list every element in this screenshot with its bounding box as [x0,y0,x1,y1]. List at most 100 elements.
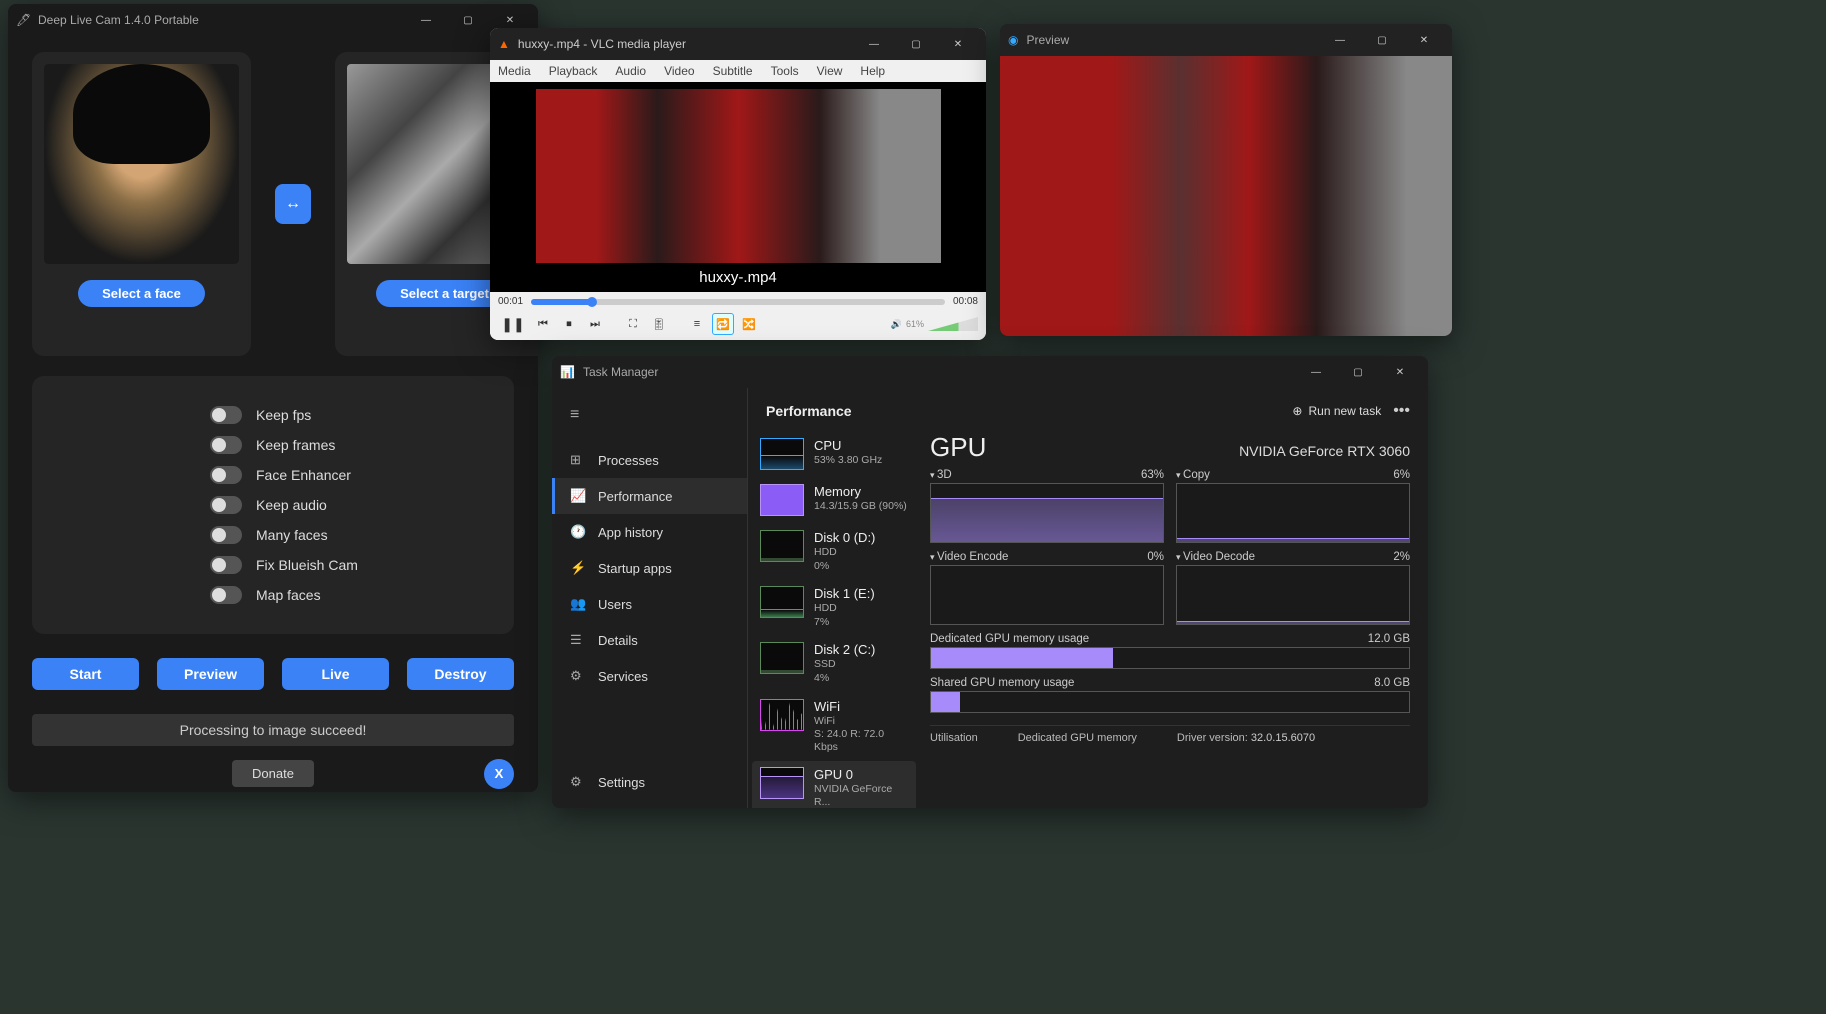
toggle[interactable] [210,496,242,514]
volume-slider[interactable] [928,317,978,331]
item-memory[interactable]: Memory14.3/15.9 GB (90%) [752,478,916,522]
face-thumbnail [44,64,239,264]
start-button[interactable]: Start [32,658,139,690]
maximize-button[interactable]: ▢ [448,6,488,34]
option-label: Keep fps [256,407,311,423]
panel-label[interactable]: Copy [1176,469,1210,481]
titlebar[interactable]: 📊 Task Manager — ▢ ✕ [552,356,1428,388]
gpu-title: GPU [930,432,986,463]
item-disk2[interactable]: Disk 2 (C:)SSD4% [752,636,916,690]
panel-label[interactable]: Video Encode [930,551,1008,563]
nav-startup-apps[interactable]: ⚡Startup apps [552,550,747,586]
nav-settings[interactable]: ⚙Settings [552,764,663,800]
maximize-button[interactable]: ▢ [1338,358,1378,386]
previous-button[interactable]: ⏮ [532,313,554,335]
close-button[interactable]: ✕ [1380,358,1420,386]
toggle[interactable] [210,556,242,574]
memory-mini-graph [760,484,804,516]
maximize-button[interactable]: ▢ [896,30,936,58]
item-gpu[interactable]: GPU 0NVIDIA GeForce R...63% (58 °C) [752,761,916,808]
item-disk0[interactable]: Disk 0 (D:)HDD0% [752,524,916,578]
shuffle-button[interactable]: 🔀 [738,313,760,335]
minimize-button[interactable]: — [1320,26,1360,54]
menu-view[interactable]: View [817,64,843,78]
nav-performance[interactable]: 📈Performance [552,478,747,514]
gpu-detail: GPU NVIDIA GeForce RTX 3060 3D63% Copy6% [920,428,1428,808]
item-sub: 53% 3.80 GHz [814,454,882,467]
nav-details[interactable]: ☰Details [552,622,747,658]
option-keep-fps: Keep fps [60,400,486,430]
menu-help[interactable]: Help [860,64,885,78]
menu-video[interactable]: Video [664,64,694,78]
menu-playback[interactable]: Playback [549,64,598,78]
time-total: 00:08 [953,296,978,307]
more-button[interactable]: ••• [1393,402,1410,420]
item-sub: 14.3/15.9 GB (90%) [814,500,907,513]
nav-processes[interactable]: ⊞Processes [552,442,747,478]
close-button[interactable]: ✕ [1404,26,1444,54]
panel-video-decode: Video Decode2% [1176,551,1410,625]
titlebar[interactable]: ◉ Preview — ▢ ✕ [1000,24,1452,56]
maximize-button[interactable]: ▢ [1362,26,1402,54]
titlebar[interactable]: 🖊 Deep Live Cam 1.4.0 Portable — ▢ ✕ [8,4,538,36]
loop-button[interactable]: 🔁 [712,313,734,335]
x-button[interactable]: X [484,759,514,789]
menu-media[interactable]: Media [498,64,531,78]
titlebar[interactable]: ▲ huxxy-.mp4 - VLC media player — ▢ ✕ [490,28,986,60]
item-title: Disk 2 (C:) [814,642,875,657]
item-wifi[interactable]: WiFiWiFiS: 24.0 R: 72.0 Kbps [752,693,916,760]
seek-slider[interactable] [531,299,945,305]
dedicated-memory-bar [930,647,1410,669]
dedicated-value: 12.0 GB [1368,633,1410,645]
gpu-mini-graph [760,767,804,799]
toggle[interactable] [210,436,242,454]
nav-label: Details [598,633,638,648]
donate-button[interactable]: Donate [232,760,314,787]
preview-button[interactable]: Preview [157,658,264,690]
controls: 00:01 00:08 ❚❚ ⏮ ⏹ ⏭ ⛶ 🎚 ≡ 🔁 🔀 🔊 61% [490,292,986,340]
nav-label: Startup apps [598,561,672,576]
minimize-button[interactable]: — [854,30,894,58]
panel-value: 0% [1147,551,1164,563]
minimize-button[interactable]: — [406,6,446,34]
select-face-button[interactable]: Select a face [78,280,205,307]
nav-services[interactable]: ⚙Services [552,658,747,694]
minimize-button[interactable]: — [1296,358,1336,386]
nav-users[interactable]: 👥Users [552,586,747,622]
toggle[interactable] [210,466,242,484]
menu-subtitle[interactable]: Subtitle [713,64,753,78]
fullscreen-button[interactable]: ⛶ [622,313,644,335]
video-area[interactable]: huxxy-.mp4 [490,82,986,292]
close-button[interactable]: ✕ [938,30,978,58]
item-disk1[interactable]: Disk 1 (E:)HDD7% [752,580,916,634]
settings-button[interactable]: 🎚 [648,313,670,335]
pause-button[interactable]: ❚❚ [498,311,528,337]
playlist-button[interactable]: ≡ [686,313,708,335]
toggle[interactable] [210,406,242,424]
option-face-enhancer: Face Enhancer [60,460,486,490]
next-button[interactable]: ⏭ [584,313,606,335]
live-button[interactable]: Live [282,658,389,690]
stat-utilisation: Utilisation [930,732,978,744]
menu-audio[interactable]: Audio [615,64,646,78]
hamburger-icon[interactable]: ≡ [552,396,747,434]
toggle[interactable] [210,586,242,604]
item-title: Memory [814,484,907,499]
item-cpu[interactable]: CPU53% 3.80 GHz [752,432,916,476]
nav-app-history[interactable]: 🕐App history [552,514,747,550]
panel-label[interactable]: Video Decode [1176,551,1255,563]
menu-tools[interactable]: Tools [771,64,799,78]
stop-button[interactable]: ⏹ [558,313,580,335]
swap-button[interactable]: ↔ [275,184,311,224]
panel-label[interactable]: 3D [930,469,952,481]
window-title: Preview [1018,33,1320,47]
run-new-task-button[interactable]: ⊕Run new task [1292,404,1381,418]
toggle[interactable] [210,526,242,544]
speaker-icon[interactable]: 🔊 [891,319,902,330]
chart-video-encode [930,565,1164,625]
option-label: Map faces [256,587,321,603]
destroy-button[interactable]: Destroy [407,658,514,690]
app-icon: ◉ [1008,33,1018,47]
volume-value: 61% [906,319,924,329]
window-title: Deep Live Cam 1.4.0 Portable [30,13,406,27]
